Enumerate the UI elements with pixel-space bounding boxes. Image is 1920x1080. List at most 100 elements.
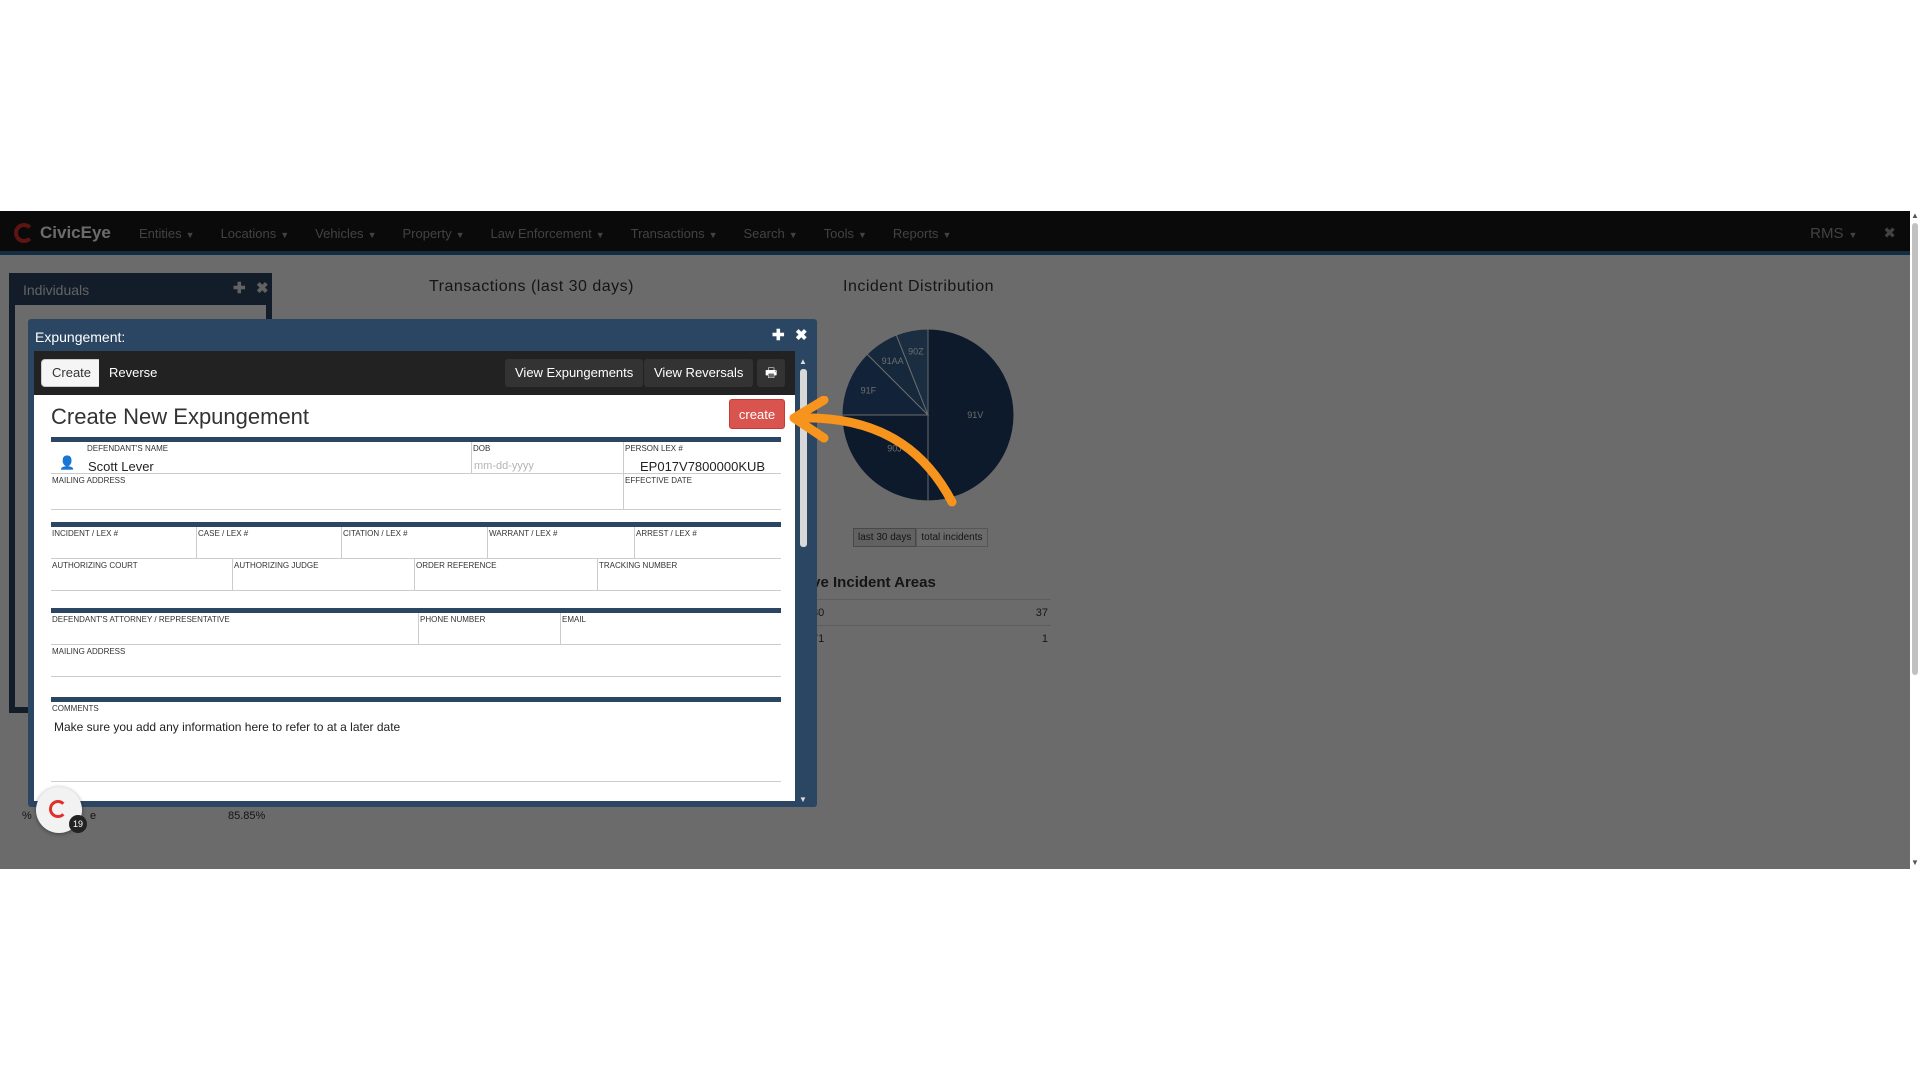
defendant-name-value: Scott Lever	[88, 459, 154, 474]
nav-menu: Entities ▼ Locations ▼ Vehicles ▼ Property ▼…	[139, 211, 977, 255]
comments-textarea[interactable]: Comments Make sure you add any informati…	[51, 702, 781, 782]
citation-lex-field[interactable]: Citation / Lex #	[342, 527, 488, 559]
total-incidents-button[interactable]: total incidents	[916, 528, 988, 547]
brand-logo[interactable]: CivicEye	[14, 221, 111, 245]
nav-item-vehicles[interactable]: Vehicles ▼	[315, 226, 376, 241]
caret-down-icon: ▼	[367, 229, 377, 240]
references-section: Incident / Lex # Case / Lex # Citation /…	[51, 522, 781, 592]
pie-slice-label: 90Z	[908, 347, 924, 357]
person-lex-field[interactable]: Person Lex # EP017V7800000KUB	[624, 442, 781, 474]
form-title: Create New Expungement	[51, 404, 310, 429]
caret-down-icon: ▼	[280, 229, 290, 240]
last-30-days-button[interactable]: last 30 days	[853, 528, 917, 547]
individuals-window-header[interactable]: Individuals ✚ ✖	[15, 273, 269, 305]
caret-down-icon: ▼	[942, 229, 952, 240]
incident-lex-field[interactable]: Incident / Lex #	[51, 527, 197, 559]
transactions-chart-title: Transactions (last 30 days)	[429, 278, 634, 295]
help-bubble[interactable]: 19	[36, 787, 87, 833]
caret-down-icon: ▼	[1848, 229, 1858, 240]
nav-right: RMS ▼ ✖	[1810, 211, 1896, 255]
attorney-section: Defendant's Attorney / Representative Ph…	[51, 608, 781, 678]
nav-item-law-enforcement[interactable]: Law Enforcement ▼	[491, 226, 605, 241]
plus-icon[interactable]: ✚	[772, 326, 785, 344]
nav-item-locations[interactable]: Locations ▼	[221, 226, 290, 241]
nav-item-entities[interactable]: Entities ▼	[139, 226, 195, 241]
civiceye-logo-icon	[14, 223, 34, 243]
nav-item-tools[interactable]: Tools ▼	[824, 226, 867, 241]
pie-slice-label: 91F	[861, 385, 877, 395]
authorizing-court-field[interactable]: Authorizing Court	[51, 559, 233, 591]
tab-create[interactable]: Create	[41, 359, 103, 387]
nav-item-property[interactable]: Property ▼	[402, 226, 464, 241]
form-scrollbar[interactable]: ▲ ▼	[796, 355, 810, 807]
user-icon: 👤	[59, 455, 76, 470]
print-icon[interactable]: 🖶	[757, 359, 786, 387]
expungement-window: Expungement: ✚ ✖ Create Reverse View Exp…	[28, 319, 817, 807]
phone-field[interactable]: Phone Number	[419, 613, 561, 645]
scroll-up-icon[interactable]: ▲	[1911, 211, 1919, 220]
table-row: 71 1	[808, 625, 1051, 651]
scrollbar-thumb[interactable]	[800, 369, 807, 547]
scroll-down-icon[interactable]: ▼	[799, 795, 807, 804]
expungement-toolbar: Create Reverse View Expungements View Re…	[34, 351, 795, 395]
email-field[interactable]: Email	[561, 613, 781, 645]
caret-down-icon: ▼	[708, 229, 718, 240]
stat-value: 85.85%	[228, 810, 266, 822]
pie-slice-label: 91AA	[882, 356, 904, 366]
attorney-mailing-address-field[interactable]: Mailing Address	[51, 645, 781, 677]
close-icon[interactable]: ✖	[256, 279, 269, 297]
tracking-number-field[interactable]: Tracking Number	[598, 559, 781, 591]
nav-item-reports[interactable]: Reports ▼	[893, 226, 951, 241]
caret-down-icon: ▼	[595, 229, 605, 240]
rms-menu[interactable]: RMS ▼	[1810, 225, 1857, 242]
caret-down-icon: ▼	[857, 229, 867, 240]
incident-areas-title: ive Incident Areas	[808, 574, 936, 591]
comments-value: Make sure you add any information here t…	[54, 720, 401, 734]
top-navbar: CivicEye Entities ▼ Locations ▼ Vehicles ▼ …	[0, 211, 1910, 255]
plus-icon[interactable]: ✚	[233, 279, 246, 297]
tab-reverse[interactable]: Reverse	[99, 359, 168, 387]
view-reversals-button[interactable]: View Reversals	[644, 359, 754, 387]
dob-placeholder: mm-dd-yyyy	[474, 460, 534, 472]
brand-name: CivicEye	[40, 223, 111, 242]
area-count: 1	[1041, 633, 1048, 645]
nav-item-transactions[interactable]: Transactions ▼	[631, 226, 718, 241]
pie-slice-label: 91V	[967, 410, 983, 420]
case-lex-field[interactable]: Case / Lex #	[197, 527, 342, 559]
mailing-address-field[interactable]: Mailing Address	[51, 474, 624, 510]
comments-section: Comments Make sure you add any informati…	[51, 697, 781, 783]
range-toggle: last 30 days total incidents	[853, 528, 988, 547]
table-row: 30 37	[808, 599, 1051, 625]
caret-down-icon: ▼	[455, 229, 465, 240]
caret-down-icon: ▼	[185, 229, 195, 240]
pie-slice-label: 90J	[887, 443, 902, 453]
expungement-window-container: Expungement: ✚ ✖ Create Reverse View Exp…	[28, 319, 817, 807]
create-button[interactable]: create	[729, 399, 785, 429]
notification-badge: 19	[69, 815, 87, 833]
stat-label-fragment: e	[90, 810, 97, 822]
stat-percent-label: %	[22, 810, 32, 822]
person-lex-value: EP017V7800000KUB	[640, 459, 766, 474]
order-reference-field[interactable]: Order Reference	[415, 559, 598, 591]
caret-down-icon: ▼	[788, 229, 798, 240]
attorney-field[interactable]: Defendant's Attorney / Representative	[51, 613, 419, 645]
authorizing-judge-field[interactable]: Authorizing Judge	[233, 559, 415, 591]
incident-chart-title: Incident Distribution	[843, 278, 995, 295]
nav-item-search[interactable]: Search ▼	[744, 226, 798, 241]
pie-slice-90j[interactable]	[841, 414, 929, 502]
close-icon[interactable]: ✖	[1883, 224, 1896, 242]
expungement-form: Create New Expungement create 👤 Defendan…	[34, 395, 795, 801]
scroll-up-icon[interactable]: ▲	[799, 357, 807, 366]
view-expungements-button[interactable]: View Expungements	[505, 359, 644, 387]
effective-date-field[interactable]: Effective Date	[624, 474, 781, 510]
area-count: 37	[1035, 607, 1048, 619]
scroll-down-icon[interactable]: ▼	[1911, 858, 1919, 867]
defendant-name-field[interactable]: 👤 Defendant's Name Scott Lever	[51, 442, 472, 474]
close-icon[interactable]: ✖	[795, 326, 808, 344]
defendant-section: 👤 Defendant's Name Scott Lever DOB mm-dd…	[51, 437, 781, 510]
page-scrollbar-thumb[interactable]	[1912, 223, 1918, 675]
dob-field[interactable]: DOB mm-dd-yyyy	[472, 442, 624, 474]
warrant-lex-field[interactable]: Warrant / Lex #	[488, 527, 635, 559]
arrest-lex-field[interactable]: Arrest / Lex #	[635, 527, 781, 559]
page-scrollbar[interactable]: ▲ ▼	[1910, 211, 1920, 869]
